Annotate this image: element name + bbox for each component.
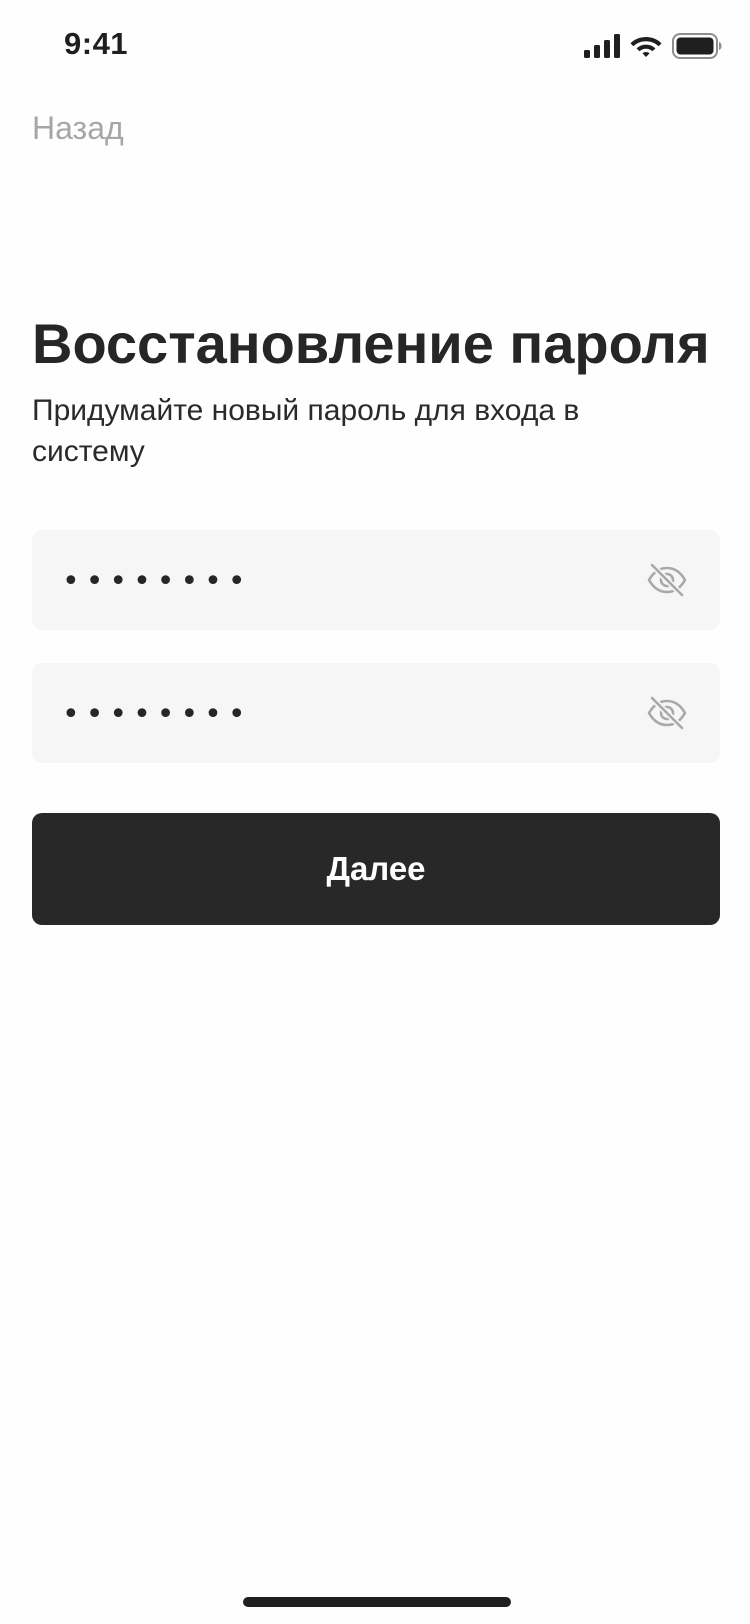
toggle-visibility-button[interactable]	[644, 557, 690, 603]
toggle-visibility-button[interactable]	[644, 690, 690, 736]
confirm-password-field[interactable]: ••••••••	[32, 663, 720, 763]
status-icons	[584, 33, 722, 59]
status-time: 9:41	[64, 26, 129, 61]
page-title: Восстановление пароля	[32, 312, 710, 375]
new-password-value: ••••••••	[62, 563, 252, 599]
back-button[interactable]: Назад	[32, 110, 124, 147]
home-indicator[interactable]	[243, 1597, 511, 1607]
signal-icon	[584, 34, 620, 58]
new-password-field[interactable]: ••••••••	[32, 530, 720, 630]
next-button[interactable]: Далее	[32, 813, 720, 925]
confirm-password-value: ••••••••	[62, 696, 252, 732]
status-bar: 9:41	[0, 0, 750, 92]
page-subtitle: Придумайте новый пароль для входа в сист…	[32, 394, 580, 468]
eye-off-icon	[647, 695, 687, 731]
wifi-icon	[630, 37, 662, 57]
battery-icon	[672, 33, 722, 59]
eye-off-icon	[647, 562, 687, 598]
